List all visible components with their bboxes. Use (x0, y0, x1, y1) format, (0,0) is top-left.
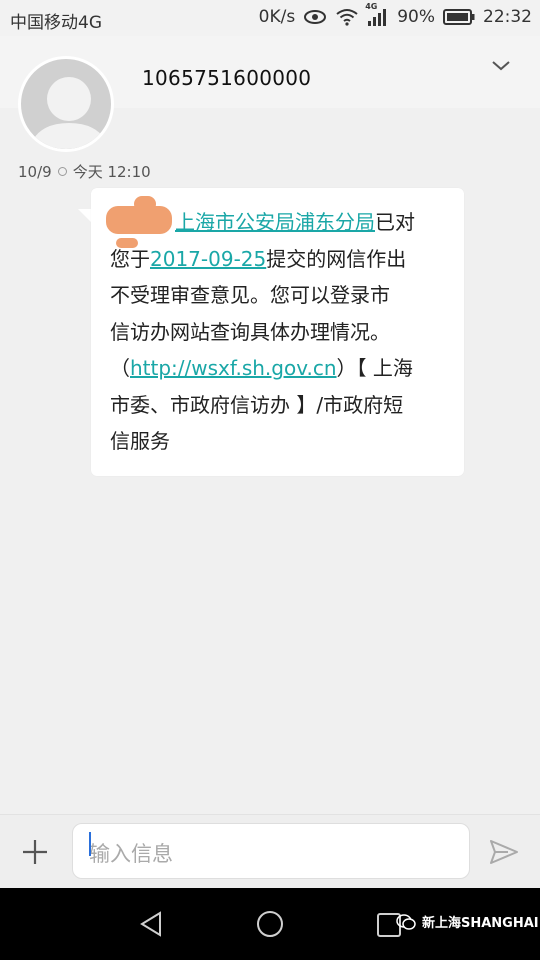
battery-icon (443, 9, 475, 25)
wechat-icon (396, 913, 416, 930)
triangle-back-icon (140, 911, 161, 937)
sim-dot-icon (57, 167, 67, 176)
signal-icon: 4G (365, 2, 389, 26)
send-button[interactable] (488, 837, 520, 867)
message-time: 今天 12:10 (72, 163, 151, 181)
message-line-2: 您于2017-09-25提交的网信作出 (110, 246, 407, 271)
network-speed: 0K/s (258, 7, 296, 27)
watermark: 新上海SHANGHAI (396, 912, 539, 931)
add-attachment-button[interactable] (20, 837, 50, 867)
url-link[interactable]: http://wsxf.sh.gov.cn (130, 356, 337, 380)
status-icons: 0K/s 4G 90% 22:32 (258, 2, 532, 27)
navigation-bar: 新上海SHANGHAI (0, 888, 540, 960)
message-date: 10/9 (18, 162, 52, 181)
redaction-mark (116, 238, 138, 248)
message-input[interactable]: 输入信息 (72, 823, 470, 879)
circle-home-icon (257, 911, 283, 937)
chevron-down-icon[interactable] (490, 58, 512, 77)
date-link[interactable]: 2017-09-25 (150, 247, 266, 271)
message-line-4: 信访办网站查询具体办理情况。 (110, 319, 390, 344)
text-cursor (89, 832, 91, 856)
message-line-3: 不受理审查意见。您可以登录市 (110, 283, 390, 307)
eye-icon (303, 9, 327, 25)
message-timestamp: 10/9 今天 12:10 (18, 161, 151, 182)
back-button[interactable] (138, 910, 164, 942)
battery-percent: 90% (397, 7, 435, 27)
message-line-7: 信服务 (110, 429, 170, 453)
contact-number[interactable]: 1065751600000 (142, 66, 311, 90)
wifi-icon (335, 8, 359, 26)
compose-bar: 输入信息 (0, 814, 540, 888)
plus-icon (23, 840, 47, 864)
redaction-mark (134, 196, 156, 212)
watermark-text: 新上海SHANGHAI (422, 916, 539, 931)
contact-avatar[interactable] (18, 56, 114, 152)
clock: 22:32 (483, 7, 532, 27)
status-bar: 中国移动4G 0K/s 4G 90% 22:32 (0, 0, 540, 36)
send-icon (490, 840, 518, 864)
carrier-label: 中国移动4G (10, 13, 102, 33)
bubble-tail (78, 209, 92, 223)
agency-link[interactable]: 上海市公安局浦东分局 (175, 210, 375, 234)
message-line-6: 市委、市政府信访办 】/市政府短 (110, 392, 404, 417)
network-badge: 4G (365, 2, 378, 11)
home-button[interactable] (256, 910, 284, 942)
message-line-5: （http://wsxf.sh.gov.cn）【 上海 (110, 356, 413, 380)
